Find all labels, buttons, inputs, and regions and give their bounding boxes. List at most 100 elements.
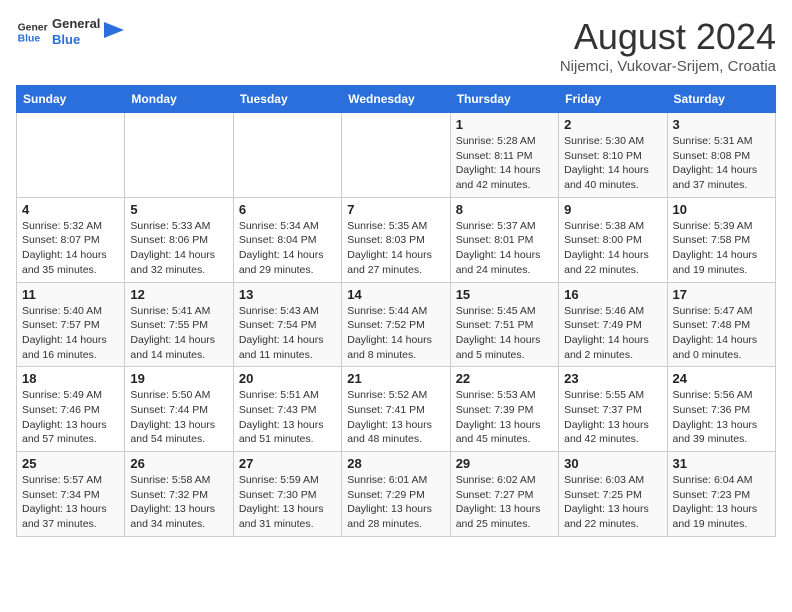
svg-text:Blue: Blue [18, 34, 41, 45]
day-info: Sunrise: 5:56 AMSunset: 7:36 PMDaylight:… [673, 388, 770, 447]
calendar-week-1: 4 Sunrise: 5:32 AMSunset: 8:07 PMDaylight… [17, 197, 776, 282]
day-number: 17 [673, 287, 770, 302]
day-number: 27 [239, 456, 336, 471]
day-info: Sunrise: 6:04 AMSunset: 7:23 PMDaylight:… [673, 473, 770, 532]
calendar-cell: 26Sunrise: 5:58 AMSunset: 7:32 PMDayligh… [125, 452, 233, 537]
day-info: Sunrise: 6:02 AMSunset: 7:27 PMDaylight:… [456, 473, 553, 532]
day-number: 8 [456, 202, 553, 217]
day-number: 21 [347, 371, 444, 386]
day-info: Sunrise: 5:43 AMSunset: 7:54 PMDaylight:… [239, 304, 336, 363]
day-number: 13 [239, 287, 336, 302]
calendar-cell: 24 Sunrise: 5:56 AMSunset: 7:36 PMDayligh… [667, 367, 775, 452]
day-number: 24 [673, 371, 770, 386]
calendar-cell: 31 Sunrise: 6:04 AMSunset: 7:23 PMDayligh… [667, 452, 775, 537]
day-info: Sunrise: 5:33 AMSunset: 8:06 PMDaylight:… [130, 219, 227, 278]
calendar-cell: 8 Sunrise: 5:37 AMSunset: 8:01 PMDaylight… [450, 197, 558, 282]
day-number: 2 [564, 117, 661, 132]
calendar-cell: 22 Sunrise: 5:53 AMSunset: 7:39 PMDayligh… [450, 367, 558, 452]
column-header-monday: Monday [125, 86, 233, 113]
logo-arrow-icon [104, 22, 124, 42]
day-number: 16 [564, 287, 661, 302]
day-info: Sunrise: 5:37 AMSunset: 8:01 PMDaylight:… [456, 219, 553, 278]
day-number: 22 [456, 371, 553, 386]
calendar-cell [17, 113, 125, 198]
day-number: 18 [22, 371, 119, 386]
day-info: Sunrise: 5:41 AMSunset: 7:55 PMDaylight:… [130, 304, 227, 363]
calendar-table: SundayMondayTuesdayWednesdayThursdayFrid… [16, 85, 776, 537]
day-info: Sunrise: 5:35 AMSunset: 8:03 PMDaylight:… [347, 219, 444, 278]
logo-general: General [52, 16, 100, 32]
day-info: Sunrise: 5:55 AMSunset: 7:37 PMDaylight:… [564, 388, 661, 447]
calendar-cell: 14Sunrise: 5:44 AMSunset: 7:52 PMDayligh… [342, 282, 450, 367]
calendar-cell [233, 113, 341, 198]
day-info: Sunrise: 5:31 AMSunset: 8:08 PMDaylight:… [673, 134, 770, 193]
calendar-cell: 5 Sunrise: 5:33 AMSunset: 8:06 PMDaylight… [125, 197, 233, 282]
calendar-cell: 28 Sunrise: 6:01 AMSunset: 7:29 PMDayligh… [342, 452, 450, 537]
calendar-week-0: 1Sunrise: 5:28 AMSunset: 8:11 PMDaylight… [17, 113, 776, 198]
calendar-cell: 17 Sunrise: 5:47 AMSunset: 7:48 PMDayligh… [667, 282, 775, 367]
calendar-cell: 7Sunrise: 5:35 AMSunset: 8:03 PMDaylight… [342, 197, 450, 282]
day-info: Sunrise: 5:38 AMSunset: 8:00 PMDaylight:… [564, 219, 661, 278]
day-info: Sunrise: 5:34 AMSunset: 8:04 PMDaylight:… [239, 219, 336, 278]
calendar-cell: 20 Sunrise: 5:51 AMSunset: 7:43 PMDayligh… [233, 367, 341, 452]
day-number: 12 [130, 287, 227, 302]
day-number: 15 [456, 287, 553, 302]
calendar-cell [125, 113, 233, 198]
day-number: 28 [347, 456, 444, 471]
month-title: August 2024 [560, 16, 776, 58]
day-number: 29 [456, 456, 553, 471]
location-title: Nijemci, Vukovar-Srijem, Croatia [560, 58, 776, 75]
day-info: Sunrise: 5:58 AMSunset: 7:32 PMDaylight:… [130, 473, 227, 532]
page-header: General Blue General Blue August 2024 Ni… [16, 16, 776, 75]
calendar-cell: 6Sunrise: 5:34 AMSunset: 8:04 PMDaylight… [233, 197, 341, 282]
logo-icon: General Blue [16, 16, 48, 48]
svg-text:General: General [18, 22, 48, 33]
day-info: Sunrise: 5:52 AMSunset: 7:41 PMDaylight:… [347, 388, 444, 447]
logo-blue: Blue [52, 32, 100, 48]
calendar-week-4: 25Sunrise: 5:57 AMSunset: 7:34 PMDayligh… [17, 452, 776, 537]
day-info: Sunrise: 5:45 AMSunset: 7:51 PMDaylight:… [456, 304, 553, 363]
day-number: 5 [130, 202, 227, 217]
day-number: 9 [564, 202, 661, 217]
column-header-thursday: Thursday [450, 86, 558, 113]
logo: General Blue General Blue [16, 16, 124, 48]
day-number: 14 [347, 287, 444, 302]
calendar-cell: 1Sunrise: 5:28 AMSunset: 8:11 PMDaylight… [450, 113, 558, 198]
title-block: August 2024 Nijemci, Vukovar-Srijem, Cro… [560, 16, 776, 75]
column-header-tuesday: Tuesday [233, 86, 341, 113]
day-number: 19 [130, 371, 227, 386]
day-info: Sunrise: 5:32 AMSunset: 8:07 PMDaylight:… [22, 219, 119, 278]
calendar-cell: 11Sunrise: 5:40 AMSunset: 7:57 PMDayligh… [17, 282, 125, 367]
day-info: Sunrise: 5:57 AMSunset: 7:34 PMDaylight:… [22, 473, 119, 532]
day-number: 4 [22, 202, 119, 217]
calendar-cell: 16Sunrise: 5:46 AMSunset: 7:49 PMDayligh… [559, 282, 667, 367]
calendar-cell: 3Sunrise: 5:31 AMSunset: 8:08 PMDaylight… [667, 113, 775, 198]
day-info: Sunrise: 5:51 AMSunset: 7:43 PMDaylight:… [239, 388, 336, 447]
calendar-cell: 18Sunrise: 5:49 AMSunset: 7:46 PMDayligh… [17, 367, 125, 452]
day-number: 20 [239, 371, 336, 386]
day-info: Sunrise: 6:03 AMSunset: 7:25 PMDaylight:… [564, 473, 661, 532]
day-info: Sunrise: 5:47 AMSunset: 7:48 PMDaylight:… [673, 304, 770, 363]
calendar-week-3: 18Sunrise: 5:49 AMSunset: 7:46 PMDayligh… [17, 367, 776, 452]
calendar-cell: 29 Sunrise: 6:02 AMSunset: 7:27 PMDayligh… [450, 452, 558, 537]
calendar-cell: 13 Sunrise: 5:43 AMSunset: 7:54 PMDayligh… [233, 282, 341, 367]
column-header-friday: Friday [559, 86, 667, 113]
calendar-cell: 12 Sunrise: 5:41 AMSunset: 7:55 PMDayligh… [125, 282, 233, 367]
calendar-cell: 19 Sunrise: 5:50 AMSunset: 7:44 PMDayligh… [125, 367, 233, 452]
column-header-sunday: Sunday [17, 86, 125, 113]
day-info: Sunrise: 6:01 AMSunset: 7:29 PMDaylight:… [347, 473, 444, 532]
calendar-cell: 10Sunrise: 5:39 AMSunset: 7:58 PMDayligh… [667, 197, 775, 282]
day-info: Sunrise: 5:39 AMSunset: 7:58 PMDaylight:… [673, 219, 770, 278]
day-info: Sunrise: 5:40 AMSunset: 7:57 PMDaylight:… [22, 304, 119, 363]
column-header-wednesday: Wednesday [342, 86, 450, 113]
day-number: 23 [564, 371, 661, 386]
calendar-cell: 21 Sunrise: 5:52 AMSunset: 7:41 PMDayligh… [342, 367, 450, 452]
calendar-cell: 30Sunrise: 6:03 AMSunset: 7:25 PMDayligh… [559, 452, 667, 537]
day-info: Sunrise: 5:30 AMSunset: 8:10 PMDaylight:… [564, 134, 661, 193]
day-number: 1 [456, 117, 553, 132]
day-info: Sunrise: 5:50 AMSunset: 7:44 PMDaylight:… [130, 388, 227, 447]
calendar-cell: 15 Sunrise: 5:45 AMSunset: 7:51 PMDayligh… [450, 282, 558, 367]
day-info: Sunrise: 5:53 AMSunset: 7:39 PMDaylight:… [456, 388, 553, 447]
day-number: 31 [673, 456, 770, 471]
calendar-cell: 23 Sunrise: 5:55 AMSunset: 7:37 PMDayligh… [559, 367, 667, 452]
